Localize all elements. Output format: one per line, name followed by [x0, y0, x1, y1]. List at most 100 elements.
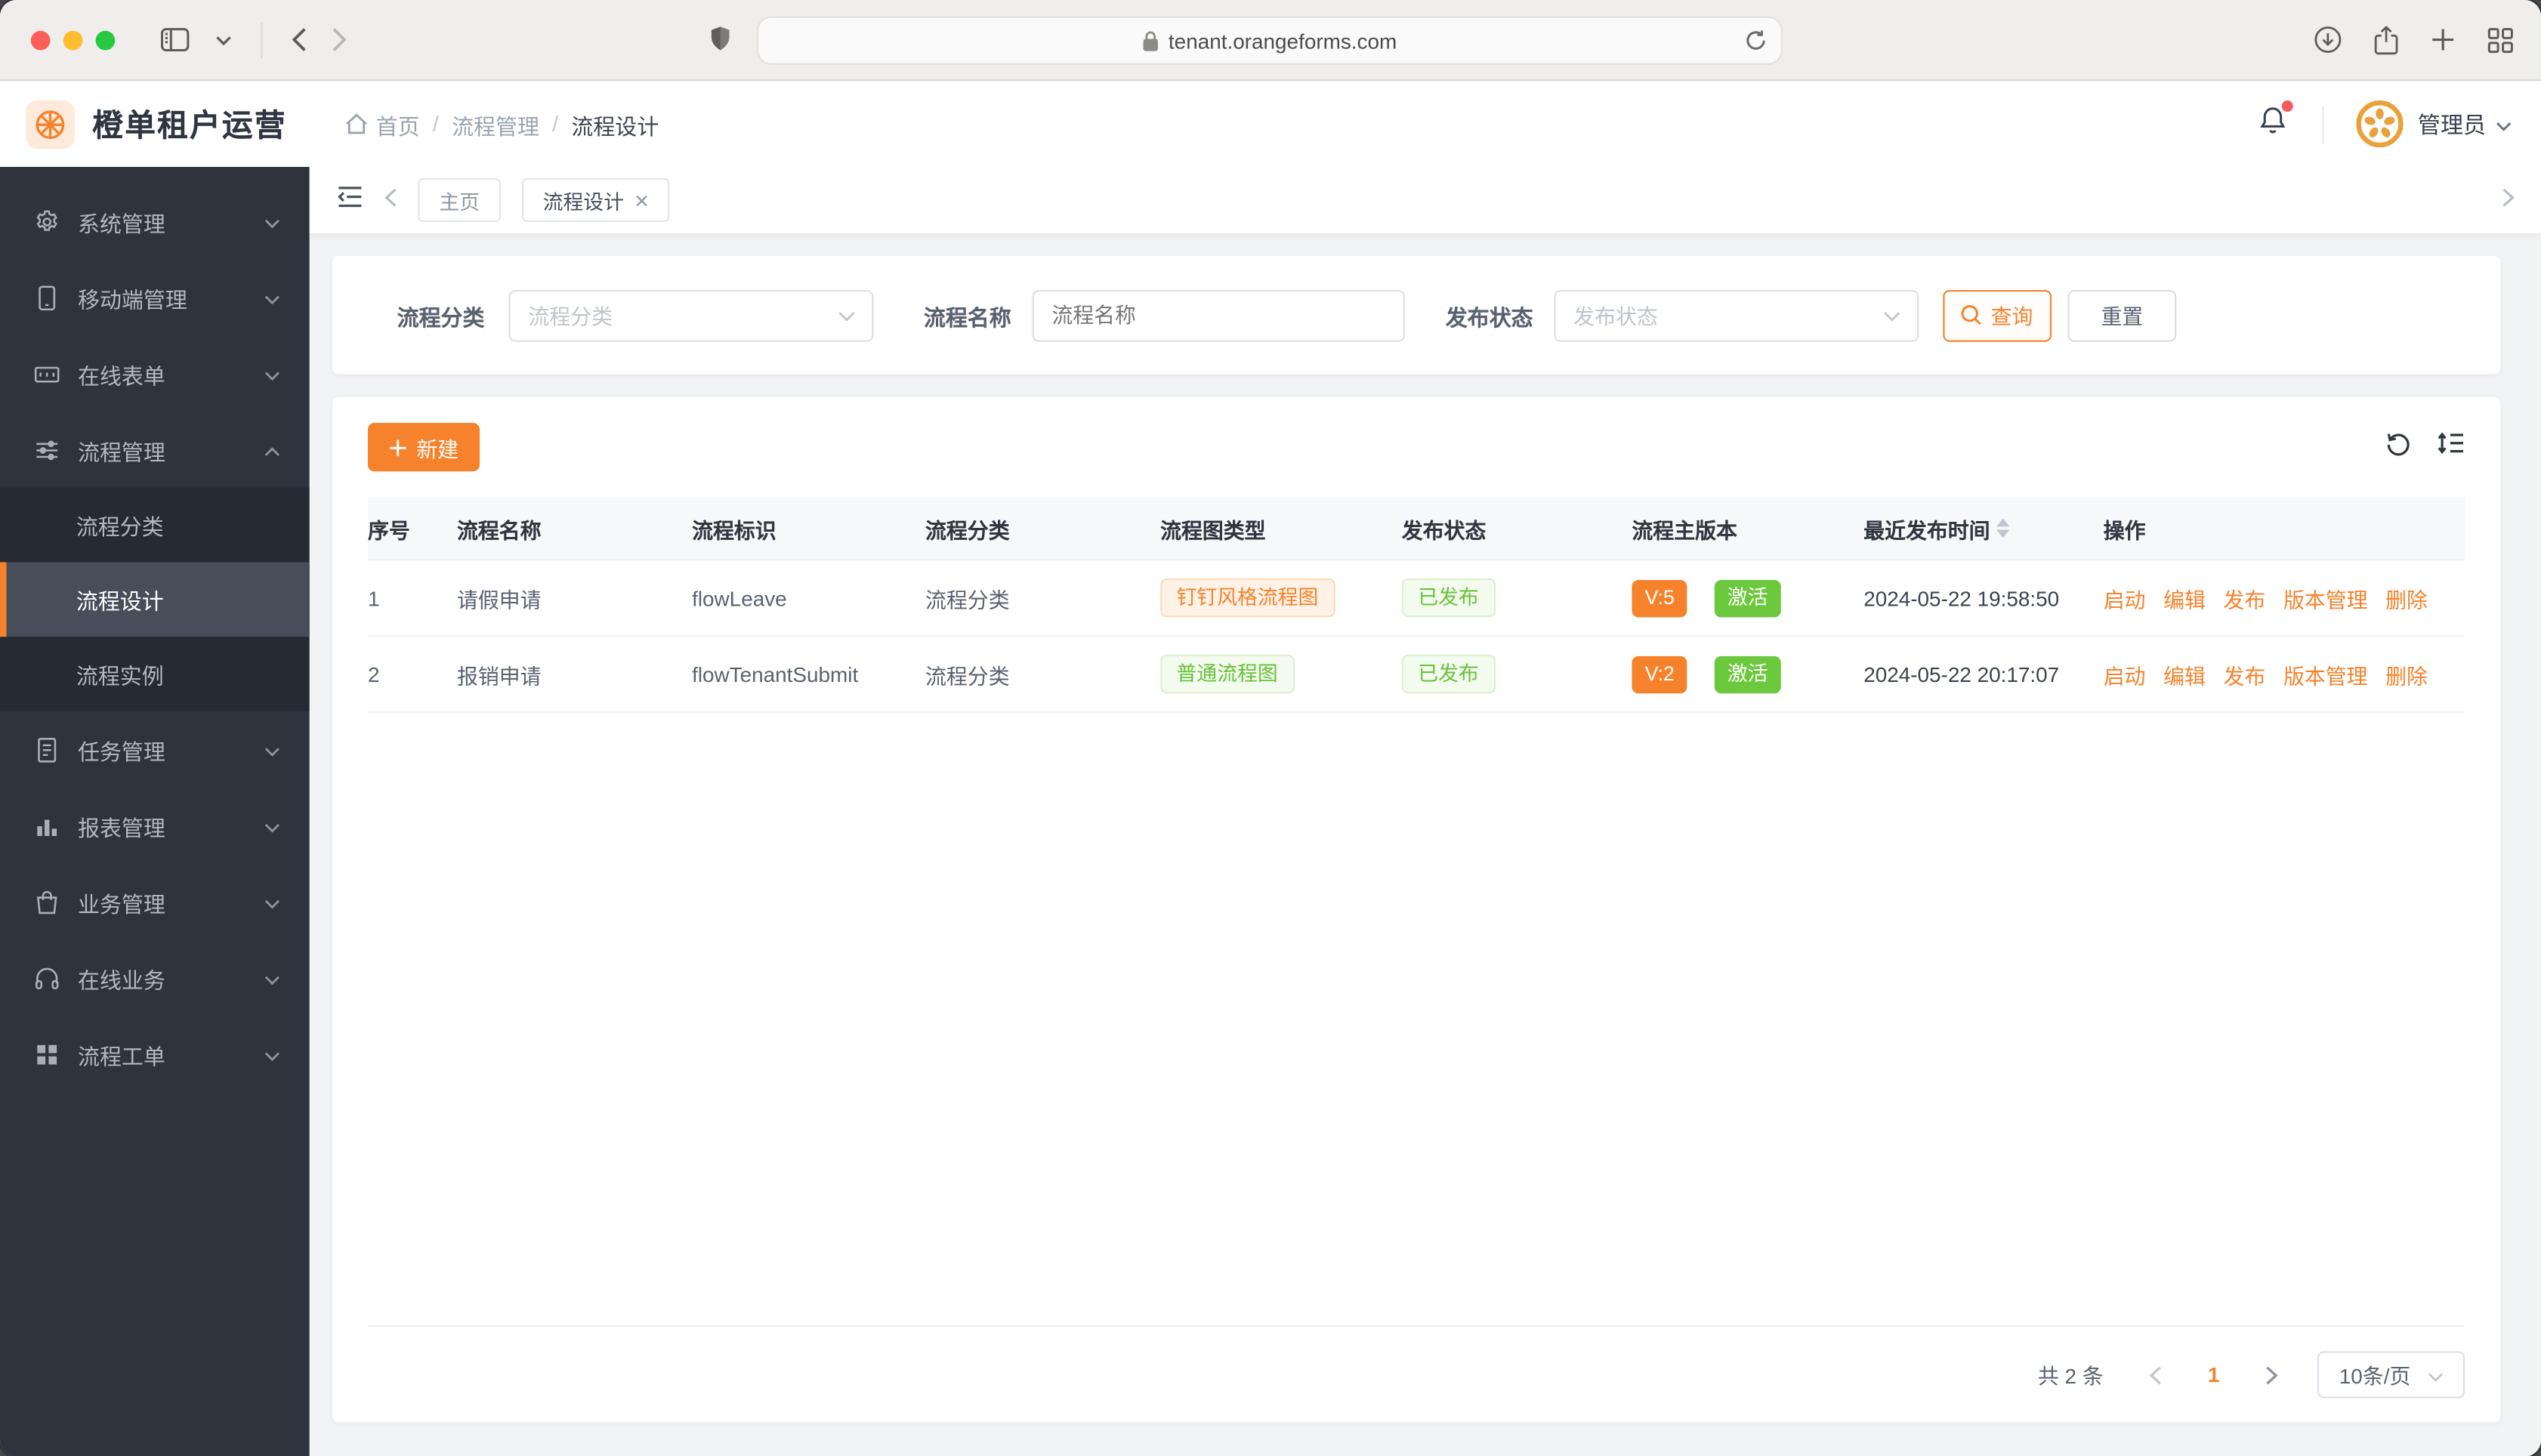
page-number[interactable]: 1	[2191, 1352, 2237, 1397]
cell-name: 报销申请	[457, 663, 542, 688]
sidebar-item-workflow-mgmt[interactable]: 流程管理	[0, 412, 310, 488]
row-actions: 启动 编辑 发布 版本管理 删除	[2104, 659, 2465, 689]
query-button[interactable]: 查询	[1943, 288, 2052, 341]
chevron-up-icon	[264, 437, 280, 461]
mobile-icon	[34, 285, 60, 310]
col-published-at[interactable]: 最近发布时间	[1863, 513, 2104, 544]
filter-category-select[interactable]: 流程分类	[508, 288, 874, 341]
share-icon[interactable]	[2374, 25, 2398, 54]
cell-key: flowTenantSubmit	[692, 662, 859, 686]
tab-workflow-design[interactable]: 流程设计	[521, 177, 670, 222]
edit-link[interactable]: 编辑	[2163, 659, 2206, 689]
pagination: 共 2 条 1 10条/页	[368, 1327, 2465, 1423]
minimize-window-button[interactable]	[63, 29, 83, 50]
diagram-type-tag: 钉钉风格流程图	[1160, 578, 1335, 618]
forward-button[interactable]	[332, 27, 347, 51]
version-mgmt-link[interactable]: 版本管理	[2283, 659, 2368, 689]
sidebar-subitem-workflow-design[interactable]: 流程设计	[0, 562, 310, 637]
sidebar-item-report-mgmt[interactable]: 报表管理	[0, 788, 310, 864]
table-panel: 新建 序号 流程名称 流程标识 流程分类 流程图类型 发布状态 流程主版本 最近…	[332, 396, 2501, 1423]
pagination-total: 共 2 条	[2037, 1364, 2104, 1389]
publish-link[interactable]: 发布	[2224, 659, 2266, 689]
chevron-down-icon	[2427, 1362, 2443, 1387]
chevron-down-icon	[264, 209, 280, 233]
cell-index: 2	[368, 662, 380, 686]
column-settings-icon[interactable]	[2438, 431, 2465, 464]
cell-key: flowLeave	[692, 585, 787, 610]
user-menu-chevron-icon[interactable]	[2496, 110, 2512, 139]
sidebar-item-online-business[interactable]: 在线业务	[0, 939, 310, 1016]
create-button[interactable]: 新建	[368, 422, 480, 472]
tabs-scroll-left-icon[interactable]	[384, 186, 397, 215]
publish-link[interactable]: 发布	[2224, 582, 2266, 613]
edit-link[interactable]: 编辑	[2163, 582, 2206, 613]
chevron-down-icon	[1883, 303, 1901, 327]
refresh-icon[interactable]	[2385, 430, 2411, 464]
reload-icon[interactable]	[1746, 29, 1767, 52]
sidebar-item-business-mgmt[interactable]: 业务管理	[0, 863, 310, 939]
version-mgmt-link[interactable]: 版本管理	[2283, 582, 2368, 613]
sidebar-item-task-mgmt[interactable]: 任务管理	[0, 711, 310, 788]
plus-icon	[389, 439, 406, 455]
cell-published-at: 2024-05-22 19:58:50	[1863, 585, 2060, 610]
zoom-window-button[interactable]	[95, 29, 116, 50]
user-name[interactable]: 管理员	[2418, 108, 2486, 140]
start-link[interactable]: 启动	[2104, 659, 2146, 689]
address-bar[interactable]: tenant.orangeforms.com	[756, 16, 1783, 65]
active-badge: 激活	[1714, 655, 1781, 693]
tab-home[interactable]: 主页	[418, 177, 501, 222]
sidebar-item-online-forms[interactable]: 在线表单	[0, 335, 310, 412]
sort-caret-icon[interactable]	[1996, 518, 2010, 538]
filter-name-input[interactable]	[1032, 288, 1406, 341]
grid-icon	[34, 1041, 60, 1066]
notification-bell-icon[interactable]	[2259, 100, 2293, 142]
bar-chart-icon	[34, 813, 60, 838]
delete-link[interactable]: 删除	[2385, 659, 2428, 689]
collapse-menu-icon[interactable]	[337, 186, 363, 215]
table-header-row: 序号 流程名称 流程标识 流程分类 流程图类型 发布状态 流程主版本 最近发布时…	[368, 497, 2465, 561]
sidebar-subitem-workflow-category[interactable]: 流程分类	[0, 488, 310, 563]
reset-button[interactable]: 重置	[2067, 288, 2177, 341]
app-header: 橙单租户运营 首页 / 流程管理 / 流程设计 管理员	[0, 81, 2541, 167]
close-tab-icon[interactable]	[635, 193, 648, 206]
version-badge: V:2	[1632, 655, 1688, 693]
page-size-select[interactable]: 10条/页	[2317, 1351, 2465, 1399]
delete-link[interactable]: 删除	[2385, 582, 2428, 613]
chevron-down-icon	[264, 361, 280, 385]
sidebar-item-workflow-orders[interactable]: 流程工单	[0, 1016, 310, 1092]
new-tab-icon[interactable]	[2431, 27, 2455, 51]
downloads-icon[interactable]	[2314, 26, 2342, 54]
table-row: 1 请假申请 flowLeave 流程分类 钉钉风格流程图 已发布 V:5 激活…	[368, 560, 2465, 637]
breadcrumb-home[interactable]: 首页	[345, 108, 420, 140]
back-button[interactable]	[292, 27, 306, 51]
url-text: tenant.orangeforms.com	[1168, 28, 1397, 53]
avatar[interactable]	[2356, 100, 2404, 148]
sidebar-item-system-mgmt[interactable]: 系统管理	[0, 183, 310, 259]
table-row: 2 报销申请 flowTenantSubmit 流程分类 普通流程图 已发布 V…	[368, 637, 2465, 713]
col-diagram-type: 流程图类型	[1160, 517, 1266, 542]
prev-page-icon[interactable]	[2132, 1352, 2178, 1397]
col-main-version: 流程主版本	[1632, 517, 1737, 542]
browser-chrome: tenant.orangeforms.com	[0, 0, 2541, 82]
breadcrumb-separator: /	[432, 112, 439, 137]
shopping-bag-icon	[34, 889, 60, 915]
privacy-shield-icon[interactable]	[710, 26, 731, 51]
diagram-type-tag: 普通流程图	[1160, 654, 1295, 694]
sidebar-subitem-workflow-instance[interactable]: 流程实例	[0, 637, 310, 711]
start-link[interactable]: 启动	[2104, 582, 2146, 613]
next-page-icon[interactable]	[2249, 1352, 2295, 1397]
cell-index: 1	[368, 585, 380, 610]
tab-group-chevron-icon[interactable]	[215, 35, 231, 45]
breadcrumb-section[interactable]: 流程管理	[452, 108, 539, 140]
publish-status-tag: 已发布	[1401, 654, 1496, 694]
close-window-button[interactable]	[30, 29, 51, 50]
chevron-down-icon	[264, 1041, 280, 1066]
sidebar-toggle-icon[interactable]	[160, 27, 190, 52]
tabs-scroll-right-icon[interactable]	[2502, 186, 2515, 215]
app-title: 橙单租户运营	[92, 110, 287, 144]
filter-status-select[interactable]: 发布状态	[1554, 288, 1919, 341]
sidebar-item-mobile-mgmt[interactable]: 移动端管理	[0, 259, 310, 335]
col-name: 流程名称	[457, 517, 542, 542]
chevron-down-icon	[264, 285, 280, 310]
tab-overview-icon[interactable]	[2487, 26, 2513, 53]
